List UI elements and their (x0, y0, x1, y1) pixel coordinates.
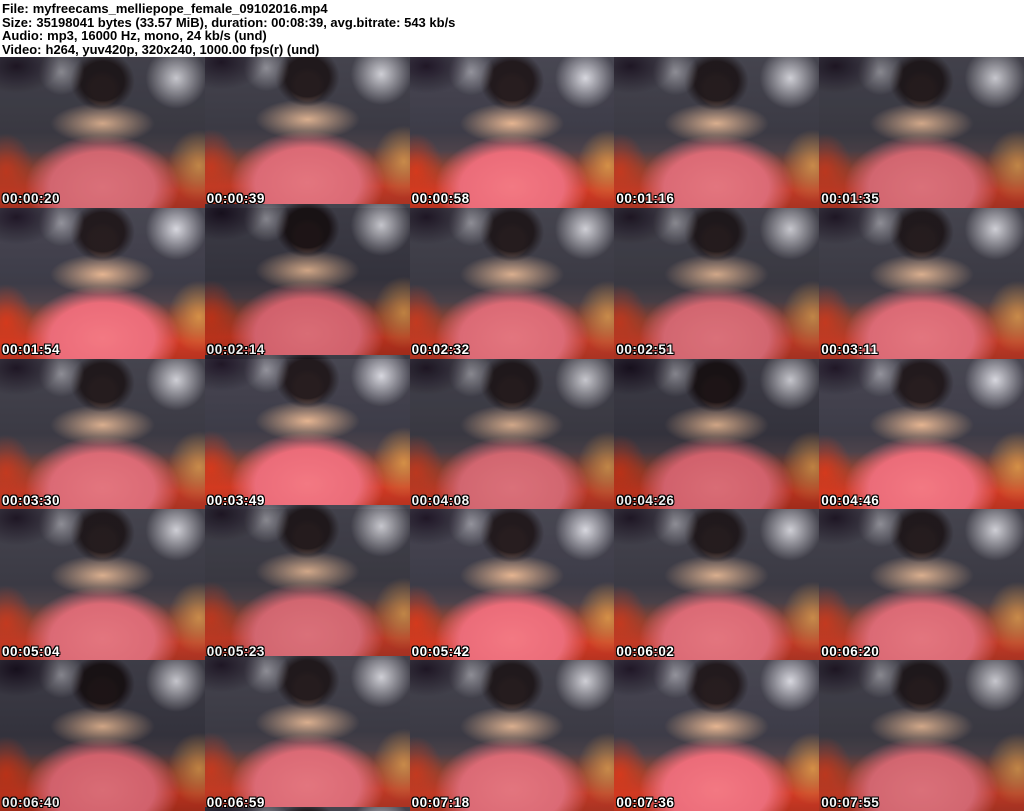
meta-line-size: Size: 35198041 bytes (33.57 MiB), duratio… (2, 15, 1024, 30)
timestamp-overlay: 00:01:54 (2, 342, 61, 358)
video-frame-thumbnail: 00:02:14 (204, 207, 410, 359)
video-frame-thumbnail: 00:01:54 (0, 207, 205, 359)
timestamp-overlay: 00:06:40 (2, 794, 61, 810)
timestamp-overlay: 00:03:11 (821, 342, 879, 358)
video-frame-thumbnail: 00:06:59 (204, 660, 410, 811)
timestamp-overlay: 00:02:32 (411, 342, 470, 358)
video-frame-thumbnail: 00:04:46 (819, 358, 1024, 510)
video-frame-thumbnail: 00:05:04 (0, 509, 205, 661)
video-frame-thumbnail: 00:04:08 (409, 358, 615, 510)
video-frame-thumbnail: 00:01:35 (819, 57, 1024, 208)
video-frame-thumbnail: 00:05:42 (409, 509, 615, 661)
video-frame-thumbnail: 00:01:16 (614, 57, 820, 208)
meta-label-audio: Audio: (2, 28, 44, 43)
meta-line-file: File: myfreecams_melliepope_female_091020… (2, 2, 1024, 16)
timestamp-overlay: 00:06:02 (616, 643, 675, 659)
video-frame-thumbnail: 00:07:36 (614, 660, 820, 811)
timestamp-overlay: 00:02:14 (206, 342, 265, 358)
video-frame-thumbnail: 00:06:40 (0, 660, 205, 811)
timestamp-overlay: 00:00:39 (206, 191, 265, 207)
timestamp-overlay: 00:06:59 (206, 794, 265, 810)
timestamp-overlay: 00:03:30 (2, 492, 61, 508)
meta-line-video: Video: h264, yuv420p, 320x240, 1000.00 fp… (2, 41, 1024, 57)
video-contact-sheet: File: myfreecams_melliepope_female_091020… (0, 0, 1024, 811)
video-frame-thumbnail: 00:03:30 (0, 358, 205, 510)
timestamp-overlay: 00:03:49 (206, 492, 265, 508)
video-frame-thumbnail: 00:03:11 (819, 207, 1024, 359)
thumbnail-grid: 00:00:20 00:00:39 00:00:58 00:01:16 00:0… (0, 57, 1024, 811)
meta-value-video-codec: h264, yuv420p, 320x240, 1000.00 fps(r) (… (45, 41, 320, 57)
timestamp-overlay: 00:02:51 (616, 342, 675, 358)
meta-label-video: Video: (2, 41, 42, 57)
timestamp-overlay: 00:04:46 (821, 492, 880, 508)
video-frame-thumbnail: 00:02:51 (614, 207, 820, 359)
timestamp-overlay: 00:01:35 (821, 191, 880, 207)
timestamp-overlay: 00:05:04 (2, 643, 61, 659)
timestamp-overlay: 00:07:18 (411, 794, 470, 810)
meta-label-file: File: (2, 1, 29, 16)
video-frame-thumbnail: 00:00:39 (204, 57, 410, 208)
metadata-header: File: myfreecams_melliepope_female_091020… (0, 0, 1024, 57)
video-frame-thumbnail: 00:05:23 (204, 509, 410, 661)
timestamp-overlay: 00:07:55 (821, 794, 880, 810)
timestamp-overlay: 00:05:23 (206, 643, 265, 659)
video-frame-thumbnail: 00:06:02 (614, 509, 820, 661)
video-frame-thumbnail: 00:00:58 (409, 57, 615, 208)
video-frame-thumbnail: 00:02:32 (409, 207, 615, 359)
video-frame-thumbnail: 00:07:55 (819, 660, 1024, 811)
timestamp-overlay: 00:00:20 (2, 191, 61, 207)
timestamp-overlay: 00:07:36 (616, 794, 675, 810)
timestamp-overlay: 00:04:08 (411, 492, 470, 508)
timestamp-overlay: 00:00:58 (411, 191, 470, 207)
timestamp-overlay: 00:04:26 (616, 492, 675, 508)
video-frame-thumbnail: 00:07:18 (409, 660, 615, 811)
video-frame-thumbnail: 00:03:49 (204, 358, 410, 510)
timestamp-overlay: 00:05:42 (411, 643, 470, 659)
video-frame-thumbnail: 00:06:20 (819, 509, 1024, 661)
timestamp-overlay: 00:01:16 (616, 191, 675, 207)
timestamp-overlay: 00:06:20 (821, 643, 880, 659)
video-frame-thumbnail: 00:00:20 (0, 57, 205, 208)
video-frame-thumbnail: 00:04:26 (614, 358, 820, 510)
meta-line-audio: Audio: mp3, 16000 Hz, mono, 24 kb/s (und) (2, 29, 1024, 43)
